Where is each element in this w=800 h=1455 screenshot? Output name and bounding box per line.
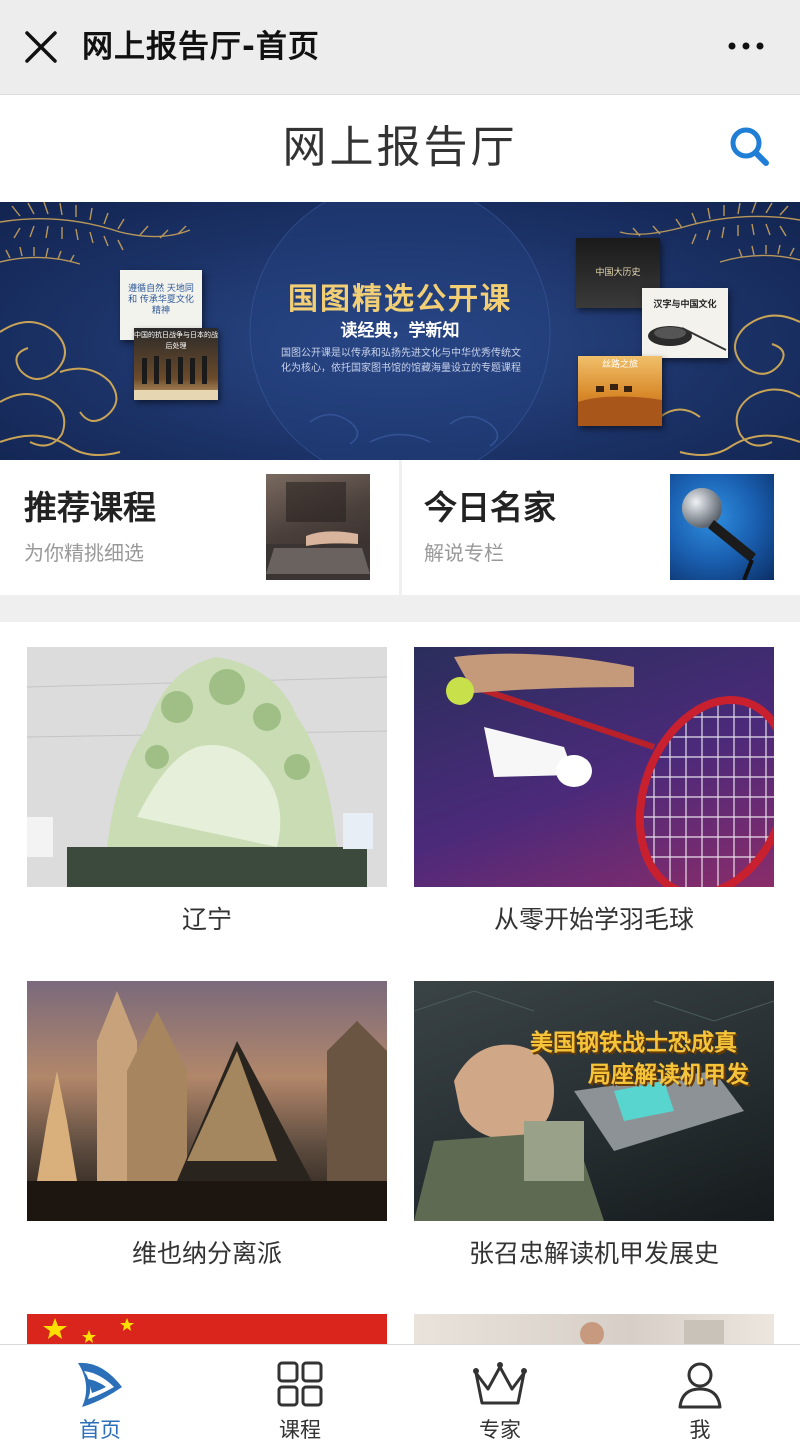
tab-home[interactable]: 首页	[0, 1345, 200, 1455]
entry-title: 推荐课程	[24, 488, 156, 527]
badminton-image	[414, 647, 774, 887]
banner-thumb-1-text: 遵循自然 天地同和 传承华夏文化精神	[128, 284, 194, 316]
inkstone-image	[648, 326, 727, 351]
course-title: 从零开始学羽毛球	[493, 905, 694, 934]
tab-experts[interactable]: 专家	[400, 1345, 600, 1455]
tab-label: 专家	[479, 1418, 521, 1442]
banner-title: 国图精选公开课	[288, 282, 512, 317]
banner-thumb-4: 汉字与中国文化	[642, 288, 728, 358]
tab-label: 我	[689, 1418, 711, 1442]
search-icon[interactable]	[728, 125, 770, 167]
course-title: 维也纳分离派	[131, 1239, 282, 1268]
close-icon[interactable]	[22, 28, 60, 66]
banner-thumb-5: 丝路之旅	[578, 356, 662, 426]
course-title: 张召忠解读机甲发展史	[468, 1239, 719, 1268]
entry-title: 今日名家	[424, 488, 556, 527]
page-header: 网上报告厅	[0, 95, 800, 202]
tab-me[interactable]: 我	[600, 1345, 800, 1455]
wechat-title-bar: 网上报告厅-首页	[0, 0, 800, 95]
tab-courses[interactable]: 课程	[200, 1345, 400, 1455]
banner-thumb-3-text: 中国大历史	[595, 268, 641, 278]
banner-subtitle: 读经典，学新知	[340, 321, 460, 341]
user-icon	[678, 1362, 722, 1409]
mecha-image: 美国钢铁战士恐成真 局座解读机甲发	[414, 981, 774, 1221]
course-title: 辽宁	[181, 905, 232, 934]
more-dots-icon[interactable]	[726, 36, 766, 56]
jade-carving-image	[27, 647, 387, 887]
crown-icon	[473, 1362, 527, 1405]
banner-carousel[interactable]: 国图精选公开课 读经典，学新知 国图公开课是以传承和弘扬先进文化与中华优秀传统文…	[0, 202, 800, 460]
crowd-image	[134, 356, 218, 400]
banner-thumb-2: 中国的抗日战争与日本的战后处理	[134, 328, 218, 400]
bottom-tab-bar: 首页 课程 专家 我	[0, 1344, 800, 1454]
entry-subtitle: 为你精挑细选	[24, 541, 144, 565]
banner-description: 国图公开课是以传承和弘扬先进文化与中华优秀传统文化为核心，依托国家图书馆的馆藏海…	[281, 348, 521, 374]
mecha-image-caption-2: 局座解读机甲发	[588, 1062, 749, 1088]
camel-caravan-image	[578, 384, 662, 426]
entry-divider	[399, 460, 402, 595]
today-experts-entry[interactable]: 今日名家 解说专栏	[402, 460, 800, 595]
home-logo-icon	[78, 1362, 122, 1407]
entry-subtitle: 解说专栏	[424, 541, 504, 565]
mecha-image-caption-1: 美国钢铁战士恐成真	[530, 1030, 737, 1056]
section-gap	[0, 595, 800, 622]
people-image	[414, 1314, 774, 1344]
microphone-image	[670, 474, 774, 580]
grid-icon	[277, 1361, 323, 1407]
cathedral-image	[27, 981, 387, 1221]
recommended-courses-entry[interactable]: 推荐课程 为你精挑细选	[0, 460, 398, 595]
page-title: 网上报告厅	[282, 122, 518, 173]
laptop-image	[266, 474, 370, 580]
tab-label: 首页	[79, 1418, 121, 1442]
china-flag-image	[27, 1314, 387, 1344]
tab-label: 课程	[279, 1418, 321, 1442]
wechat-page-title: 网上报告厅-首页	[82, 29, 320, 65]
